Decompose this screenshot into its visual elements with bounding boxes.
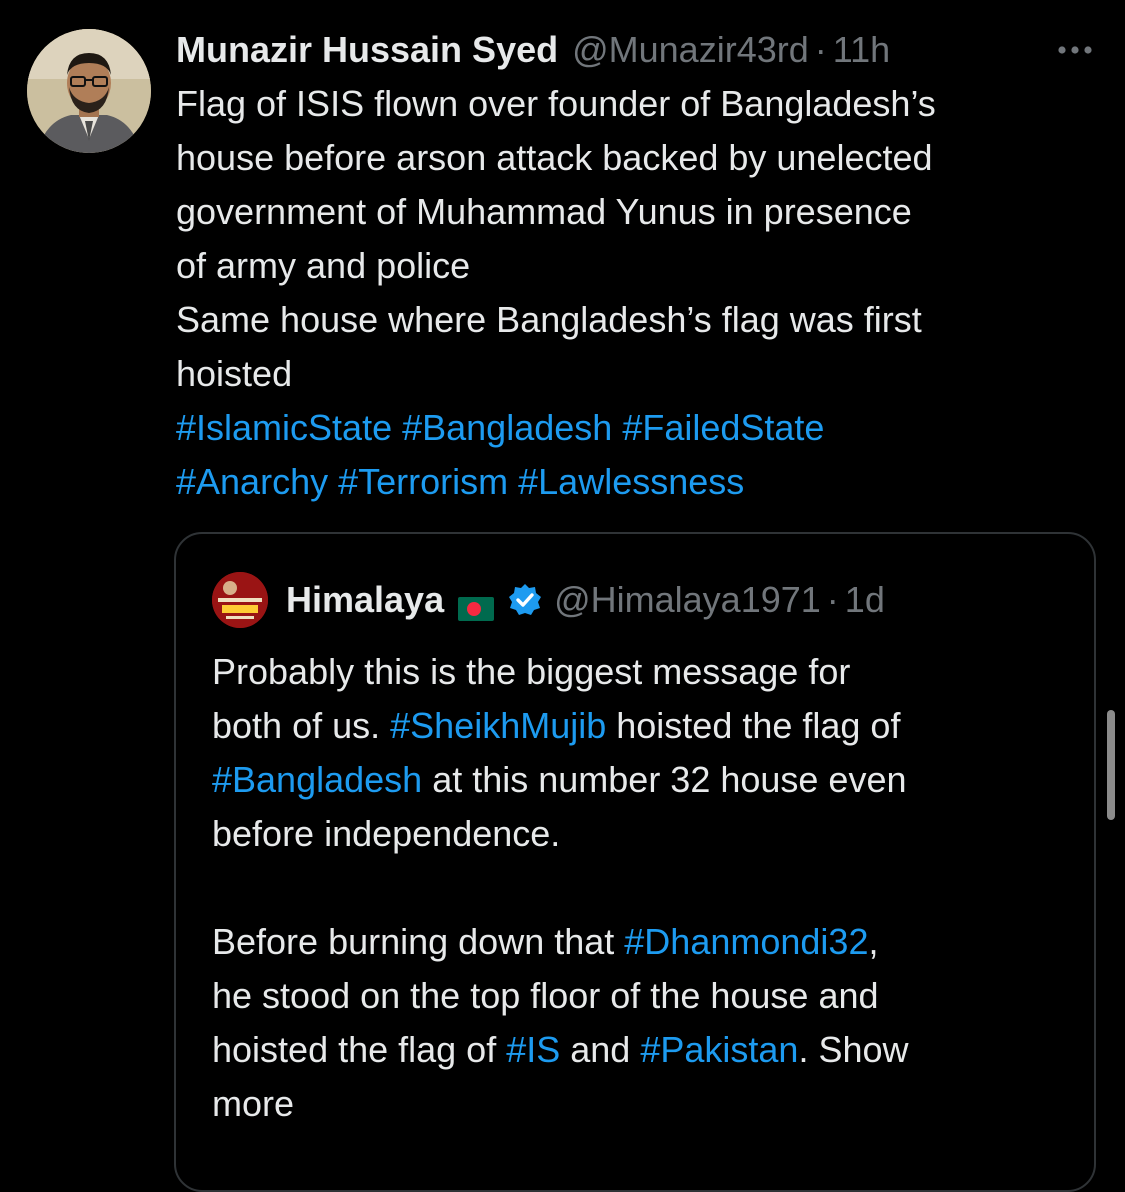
- quoted-author-handle[interactable]: @Himalaya1971: [554, 579, 821, 621]
- quoted-text-line: he stood on the top floor of the house a…: [212, 969, 1082, 1023]
- separator-dot: ·: [826, 579, 839, 620]
- tweet-text-line: house before arson attack backed by unel…: [176, 137, 933, 178]
- hashtag-line: #Anarchy #Terrorism #Lawlessness: [176, 455, 1106, 509]
- tweet[interactable]: Munazir Hussain Syed @Munazir43rd · 11h …: [0, 0, 1125, 1192]
- verified-badge-icon: [508, 583, 542, 617]
- tweet-text-line: hoisted: [176, 353, 293, 394]
- quoted-author-name[interactable]: Himalaya: [286, 579, 444, 621]
- hashtag-line: #IslamicState #Bangladesh #FailedState: [176, 401, 1106, 455]
- tweet-text-line: of army and police: [176, 245, 471, 286]
- quoted-tweet-timestamp[interactable]: 1d: [845, 579, 885, 621]
- text-fragment: both of us.: [212, 705, 391, 746]
- hashtag-link[interactable]: #FailedState: [622, 407, 824, 448]
- poster-avatar-icon: [212, 572, 268, 628]
- tweet-header: Munazir Hussain Syed @Munazir43rd · 11h: [176, 26, 1095, 74]
- hashtag-link[interactable]: #Lawlessness: [518, 461, 744, 502]
- quoted-tweet-text: Probably this is the biggest message for…: [212, 645, 1082, 1131]
- quoted-text-line: both of us. #SheikhMujib hoisted the fla…: [212, 699, 1082, 753]
- quoted-text-line: Probably this is the biggest message for: [212, 645, 1082, 699]
- text-fragment: hoisted the flag of: [212, 1029, 507, 1070]
- text-fragment: and: [560, 1029, 641, 1070]
- tweet-text-line: Same house where Bangladesh’s flag was f…: [176, 299, 922, 340]
- scrollbar-thumb[interactable]: [1107, 710, 1115, 820]
- text-fragment: ,: [868, 921, 879, 962]
- quoted-author-avatar[interactable]: [212, 572, 268, 628]
- tweet-text-line: government of Muhammad Yunus in presence: [176, 191, 912, 232]
- hashtag-link[interactable]: #Pakistan: [640, 1029, 798, 1070]
- text-fragment: before independence.: [212, 813, 561, 854]
- quoted-tweet-header: Himalaya @Himalaya1971 · 1d: [212, 572, 885, 628]
- tweet-timestamp[interactable]: 11h: [833, 26, 890, 74]
- separator-dot: ·: [814, 29, 827, 70]
- text-fragment: . Show: [798, 1029, 909, 1070]
- text-fragment: more: [212, 1083, 295, 1124]
- author-name[interactable]: Munazir Hussain Syed: [176, 26, 558, 74]
- hashtag-link[interactable]: #Terrorism: [338, 461, 508, 502]
- quoted-text-line: Before burning down that #Dhanmondi32,: [212, 915, 1082, 969]
- hashtag-link[interactable]: #Bangladesh: [402, 407, 612, 448]
- text-fragment: Before burning down that: [212, 921, 625, 962]
- quoted-text-line: before independence.: [212, 807, 1082, 861]
- quoted-tweet-card[interactable]: Himalaya @Himalaya1971 · 1d Probably thi…: [174, 532, 1096, 1192]
- text-fragment: at this number 32 house even: [422, 759, 907, 800]
- text-fragment: hoisted the flag of: [606, 705, 901, 746]
- quoted-text-line: #Bangladesh at this number 32 house even: [212, 753, 1082, 807]
- hashtag-link[interactable]: #Bangladesh: [212, 759, 422, 800]
- hashtag-link[interactable]: #IslamicState: [176, 407, 392, 448]
- more-options-button[interactable]: [1055, 26, 1095, 74]
- hashtag-link[interactable]: #IS: [506, 1029, 560, 1070]
- hashtag-link[interactable]: #SheikhMujib: [390, 705, 606, 746]
- hashtag-link[interactable]: #Dhanmondi32: [624, 921, 868, 962]
- author-handle[interactable]: @Munazir43rd: [572, 26, 809, 74]
- person-photo-icon: [27, 29, 151, 153]
- text-fragment: he stood on the top floor of the house a…: [212, 975, 879, 1016]
- bangladesh-flag-icon: [458, 588, 495, 621]
- ellipsis-icon: [1058, 46, 1092, 54]
- tweet-text: Flag of ISIS flown over founder of Bangl…: [176, 77, 1106, 509]
- quoted-text-line: hoisted the flag of #IS and #Pakistan. S…: [212, 1023, 1082, 1077]
- tweet-text-line: Flag of ISIS flown over founder of Bangl…: [176, 83, 936, 124]
- text-fragment: Probably this is the biggest message for: [212, 651, 851, 692]
- quoted-text-line: more: [212, 1077, 1082, 1131]
- author-avatar[interactable]: [27, 29, 151, 153]
- hashtag-link[interactable]: #Anarchy: [176, 461, 328, 502]
